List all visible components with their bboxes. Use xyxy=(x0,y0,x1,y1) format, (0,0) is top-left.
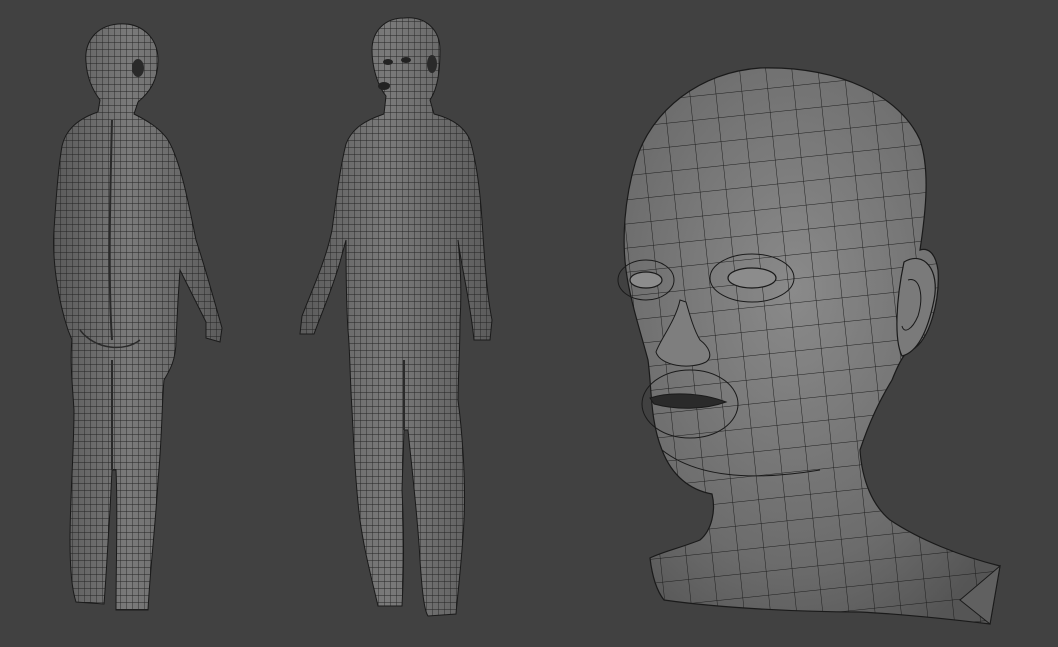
head-closeup[interactable] xyxy=(617,67,1001,625)
figure-front-eye-right xyxy=(401,57,411,63)
figure-back-wireframe xyxy=(53,23,223,610)
scene-canvas[interactable] xyxy=(0,0,1058,647)
head-ear xyxy=(896,257,936,357)
figure-back-view[interactable] xyxy=(53,23,223,611)
3d-viewport[interactable] xyxy=(0,0,1058,647)
figure-front-view[interactable] xyxy=(299,17,493,617)
figure-front-wireframe xyxy=(300,17,492,616)
head-eye-right xyxy=(727,267,777,289)
figure-back-ear xyxy=(132,59,144,77)
figure-front-eye-left xyxy=(383,59,393,65)
head-eye-left xyxy=(629,271,663,289)
figure-front-ear xyxy=(427,55,437,73)
figure-front-mouth xyxy=(378,82,390,90)
